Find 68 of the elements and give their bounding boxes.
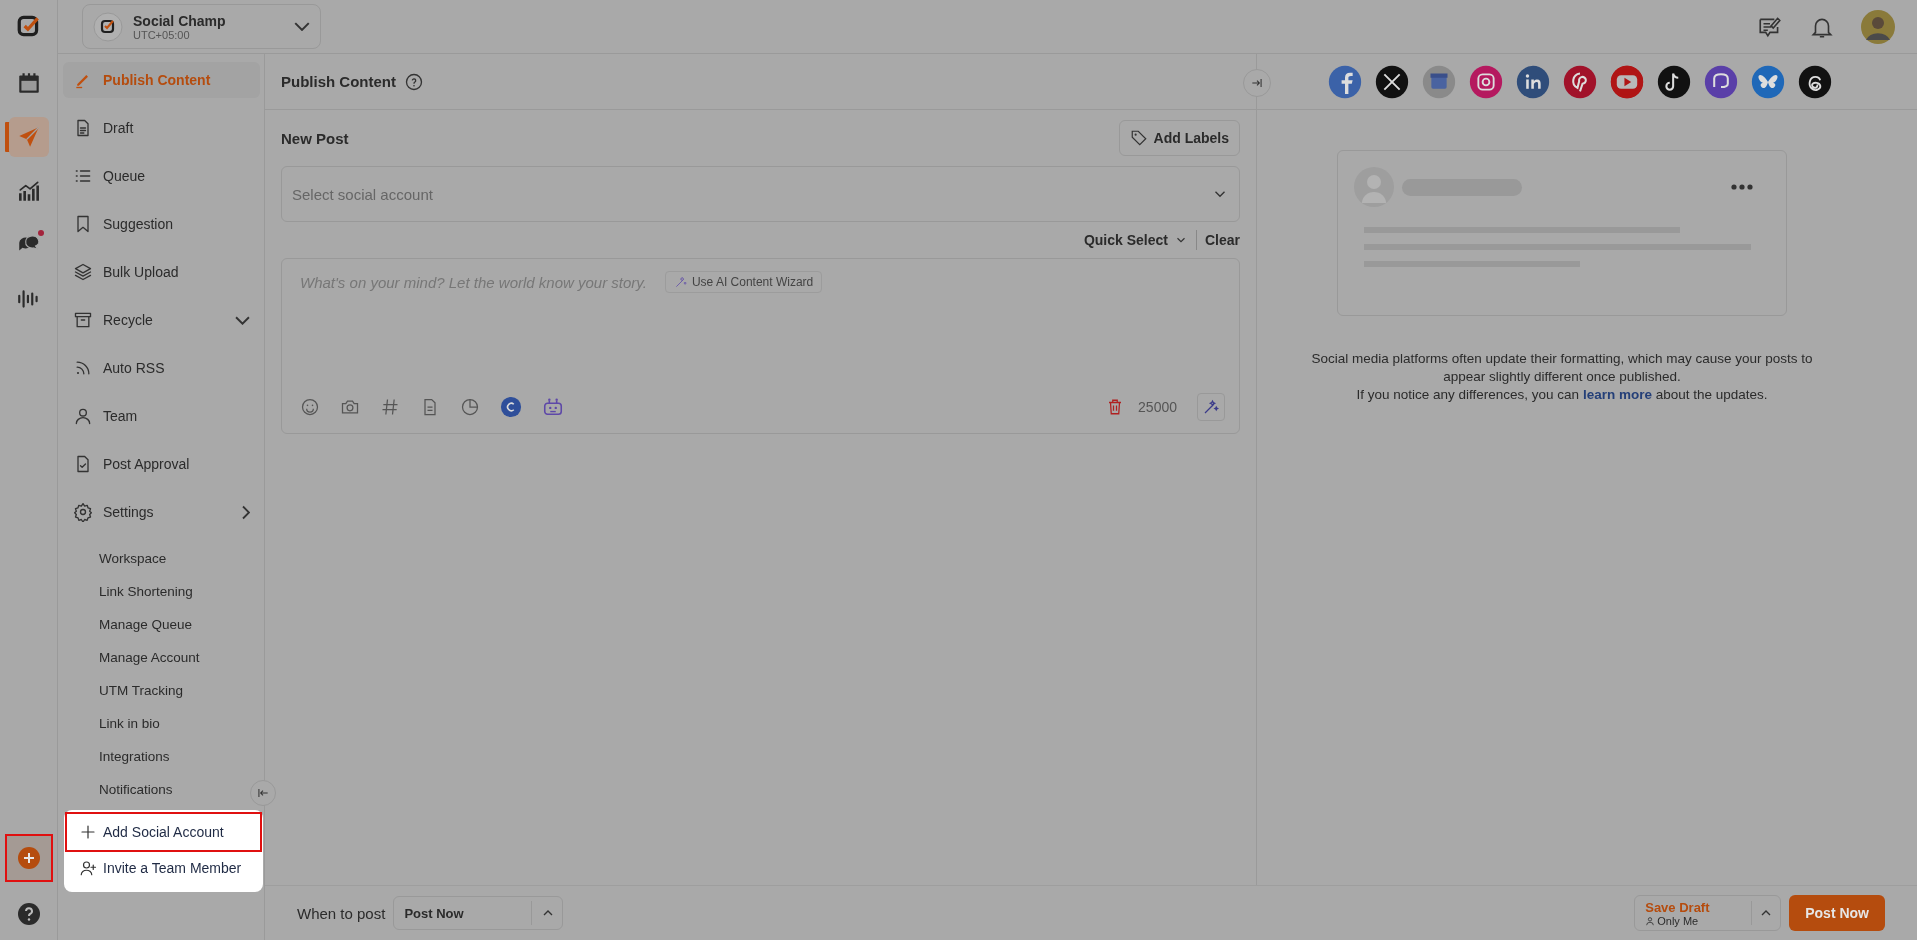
collapse-left-icon — [256, 786, 270, 800]
sidebar-item[interactable]: Settings — [63, 494, 260, 530]
design-tool-icon[interactable] — [500, 396, 522, 418]
add-labels-button[interactable]: Add Labels — [1118, 120, 1240, 156]
archive-box-icon — [73, 310, 93, 330]
ai-wizard-button[interactable]: Use AI Content Wizard — [664, 271, 823, 293]
quick-select-button[interactable]: Quick Select — [1083, 232, 1188, 248]
sidebar-item[interactable]: Auto RSS — [63, 350, 260, 386]
brand-logo — [93, 11, 123, 42]
add-user-icon — [79, 859, 97, 877]
sidebar-item[interactable]: Post Approval — [63, 446, 260, 482]
emoji-icon[interactable] — [300, 397, 320, 417]
sidebar-item[interactable]: Queue — [63, 158, 260, 194]
hashtag-icon[interactable] — [380, 397, 400, 417]
sidebar-subitem[interactable]: Manage Account — [99, 641, 200, 674]
settings-icon — [73, 502, 93, 522]
magic-wand-icon — [1202, 398, 1220, 416]
expand-panel-button[interactable] — [1243, 69, 1271, 97]
sidebar-subitem[interactable]: Manage Queue — [99, 608, 193, 641]
plus-icon — [79, 823, 97, 841]
clear-button[interactable]: Clear — [1204, 232, 1240, 248]
collapse-sidebar-button[interactable] — [250, 780, 276, 806]
save-draft-button[interactable]: Save Draft Only Me — [1634, 895, 1782, 931]
person-icon — [1645, 915, 1656, 926]
sidebar-item[interactable]: Bulk Upload — [63, 254, 260, 290]
help-icon[interactable] — [404, 71, 424, 92]
schedule-select[interactable]: Post Now — [393, 896, 564, 930]
social-network-icon[interactable] — [1657, 64, 1691, 99]
workspace-selector[interactable]: Social Champ UTC+05:00 — [82, 4, 321, 49]
layers-icon — [73, 262, 93, 282]
more-options-icon[interactable] — [1730, 183, 1754, 191]
sidebar-subitem[interactable]: Link Shortening — [99, 575, 193, 608]
user-avatar[interactable] — [1861, 9, 1895, 44]
brand-logo[interactable] — [15, 13, 42, 39]
social-network-icon[interactable] — [1563, 64, 1597, 99]
sidebar-item[interactable]: Team — [63, 398, 260, 434]
menu-item[interactable]: Add Social Account — [67, 814, 260, 850]
chevron-down-icon — [294, 22, 310, 31]
learn-more-link[interactable]: learn more — [1582, 387, 1652, 402]
social-network-icon[interactable] — [1375, 64, 1409, 99]
robot-icon[interactable] — [542, 396, 564, 418]
workspace-timezone: UTC+05:00 — [133, 28, 190, 41]
pie-chart-icon[interactable] — [460, 397, 480, 417]
sidebar-subitem[interactable]: Workspace — [99, 542, 167, 575]
menu-item[interactable]: Invite a Team Member — [67, 850, 260, 886]
section-heading: New Post — [281, 129, 349, 147]
person-icon — [73, 406, 93, 426]
plus-icon — [16, 846, 41, 870]
formatting-notice: Social media platforms often update their formatting, which may cause your posts to appear slightly different once published. If you notice any differences, you can learn more about the updates. — [1310, 350, 1814, 404]
magic-wand-button[interactable] — [1197, 393, 1225, 421]
page-title: Publish Content — [281, 73, 396, 90]
magic-wand-icon — [673, 275, 688, 289]
social-network-icon[interactable] — [1798, 64, 1832, 99]
sidebar-item[interactable]: Draft — [63, 110, 260, 146]
sidebar-subitem[interactable]: Integrations — [99, 740, 170, 773]
sidebar-item[interactable]: Recycle — [63, 302, 260, 338]
sidebar-subitem[interactable]: Notifications — [99, 773, 173, 806]
sidebar-item[interactable]: Suggestion — [63, 206, 260, 242]
social-network-icon[interactable] — [1516, 64, 1550, 99]
help-icon[interactable] — [16, 902, 41, 926]
sidebar-subitem[interactable]: Link in bio — [99, 707, 160, 740]
tag-icon — [1129, 129, 1148, 147]
when-to-post-label: When to post — [297, 904, 386, 922]
workspace-name: Social Champ — [133, 12, 227, 29]
post-now-button[interactable]: Post Now — [1789, 895, 1885, 931]
collapse-right-icon — [1250, 76, 1264, 90]
sidebar-subitem[interactable]: UTM Tracking — [99, 674, 183, 707]
character-count: 25000 — [1138, 399, 1177, 415]
